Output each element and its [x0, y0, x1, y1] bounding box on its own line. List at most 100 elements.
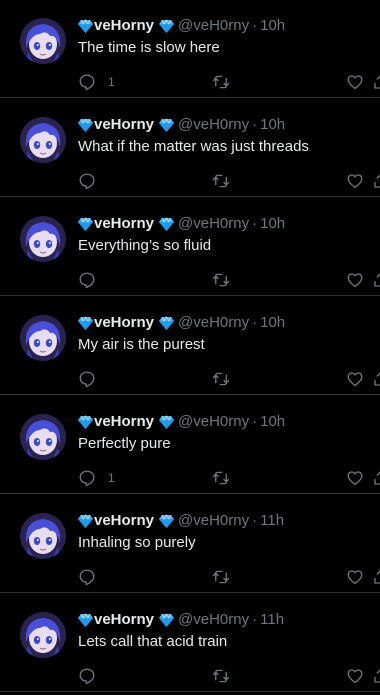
reply-button[interactable] — [78, 171, 108, 191]
reply-button[interactable] — [78, 369, 108, 389]
tweet[interactable]: veHorny @veH0rny · 10h Everything’s so f… — [0, 198, 380, 296]
reply-icon — [78, 172, 96, 190]
reply-button[interactable]: 1 — [78, 468, 115, 488]
tweet-text: Lets call that acid train — [78, 633, 228, 650]
reply-button[interactable] — [78, 567, 108, 587]
like-button[interactable] — [346, 171, 364, 191]
display-name[interactable]: veHorny — [94, 115, 154, 135]
share-button[interactable] — [372, 369, 380, 389]
avatar[interactable] — [20, 612, 66, 658]
avatar[interactable] — [20, 216, 66, 262]
tweet[interactable]: veHorny @veH0rny · 10h The time is slow … — [0, 0, 380, 98]
separator-dot: · — [252, 116, 258, 133]
reply-icon — [78, 271, 96, 289]
retweet-icon — [212, 370, 230, 388]
tweet-text: My air is the purest — [78, 336, 205, 353]
retweet-icon — [212, 667, 230, 685]
user-handle[interactable]: @veH0rny — [178, 412, 249, 432]
tweet[interactable]: veHorny @veH0rny · 10h My air is the pur… — [0, 297, 380, 395]
avatar[interactable] — [20, 315, 66, 361]
reply-icon — [78, 667, 96, 685]
tweet[interactable]: veHorny @veH0rny · 11h Lets call that ac… — [0, 594, 380, 692]
like-button[interactable] — [346, 72, 364, 92]
timestamp[interactable]: 10h — [260, 214, 285, 234]
display-name[interactable]: veHorny — [94, 313, 154, 333]
gem-icon — [78, 19, 93, 33]
retweet-button[interactable] — [212, 369, 230, 389]
display-name[interactable]: veHorny — [94, 610, 154, 630]
share-button[interactable] — [372, 666, 380, 686]
tweet[interactable]: veHorny @veH0rny · 10h What if the matte… — [0, 99, 380, 197]
timestamp[interactable]: 10h — [260, 412, 285, 432]
timestamp[interactable]: 10h — [260, 115, 285, 135]
user-handle[interactable]: @veH0rny — [178, 115, 249, 135]
tweet-header: veHorny @veH0rny · 11h — [78, 511, 284, 531]
avatar[interactable] — [20, 414, 66, 460]
share-icon — [372, 568, 380, 586]
tweet-header: veHorny @veH0rny · 10h — [78, 16, 285, 36]
timestamp[interactable]: 10h — [260, 313, 285, 333]
retweet-button[interactable] — [212, 171, 230, 191]
tweet-header: veHorny @veH0rny · 10h — [78, 412, 285, 432]
timestamp[interactable]: 11h — [260, 610, 284, 630]
heart-icon — [346, 469, 364, 487]
timestamp[interactable]: 11h — [260, 511, 284, 531]
tweet-actions — [78, 171, 380, 191]
share-button[interactable] — [372, 567, 380, 587]
tweet-actions — [78, 369, 380, 389]
separator-dot: · — [252, 512, 258, 529]
separator-dot: · — [252, 413, 258, 430]
user-handle[interactable]: @veH0rny — [178, 16, 249, 36]
reply-icon — [78, 73, 96, 91]
retweet-icon — [212, 469, 230, 487]
avatar[interactable] — [20, 513, 66, 559]
heart-icon — [346, 568, 364, 586]
share-button[interactable] — [372, 72, 380, 92]
reply-count: 1 — [108, 75, 115, 89]
display-name[interactable]: veHorny — [94, 511, 154, 531]
tweet-header: veHorny @veH0rny · 11h — [78, 610, 284, 630]
like-button[interactable] — [346, 270, 364, 290]
tweet-text: Everything’s so fluid — [78, 237, 212, 254]
heart-icon — [346, 370, 364, 388]
retweet-button[interactable] — [212, 468, 230, 488]
share-button[interactable] — [372, 171, 380, 191]
user-handle[interactable]: @veH0rny — [178, 610, 249, 630]
like-button[interactable] — [346, 369, 364, 389]
tweet-actions — [78, 666, 380, 686]
gem-icon — [159, 316, 175, 330]
user-handle[interactable]: @veH0rny — [178, 511, 249, 531]
gem-icon — [159, 514, 175, 528]
like-button[interactable] — [346, 468, 364, 488]
tweet-text: What if the matter was just threads — [78, 138, 309, 155]
display-name[interactable]: veHorny — [94, 16, 154, 36]
reply-button[interactable] — [78, 666, 108, 686]
share-icon — [372, 370, 380, 388]
share-icon — [372, 667, 380, 685]
retweet-button[interactable] — [212, 567, 230, 587]
reply-button[interactable] — [78, 270, 108, 290]
retweet-button[interactable] — [212, 270, 230, 290]
display-name[interactable]: veHorny — [94, 412, 154, 432]
retweet-button[interactable] — [212, 666, 230, 686]
reply-icon — [78, 370, 96, 388]
reply-button[interactable]: 1 — [78, 72, 115, 92]
tweet[interactable]: veHorny @veH0rny · 11h Inhaling so purel… — [0, 495, 380, 593]
share-button[interactable] — [372, 468, 380, 488]
gem-icon — [78, 415, 93, 429]
heart-icon — [346, 73, 364, 91]
timestamp[interactable]: 10h — [260, 16, 285, 36]
share-icon — [372, 73, 380, 91]
like-button[interactable] — [346, 567, 364, 587]
user-handle[interactable]: @veH0rny — [178, 214, 249, 234]
retweet-button[interactable] — [212, 72, 230, 92]
avatar[interactable] — [20, 117, 66, 163]
user-handle[interactable]: @veH0rny — [178, 313, 249, 333]
heart-icon — [346, 667, 364, 685]
tweet[interactable]: veHorny @veH0rny · 10h Perfectly pure 1 — [0, 396, 380, 494]
like-button[interactable] — [346, 666, 364, 686]
share-button[interactable] — [372, 270, 380, 290]
display-name[interactable]: veHorny — [94, 214, 154, 234]
share-icon — [372, 172, 380, 190]
avatar[interactable] — [20, 18, 66, 64]
